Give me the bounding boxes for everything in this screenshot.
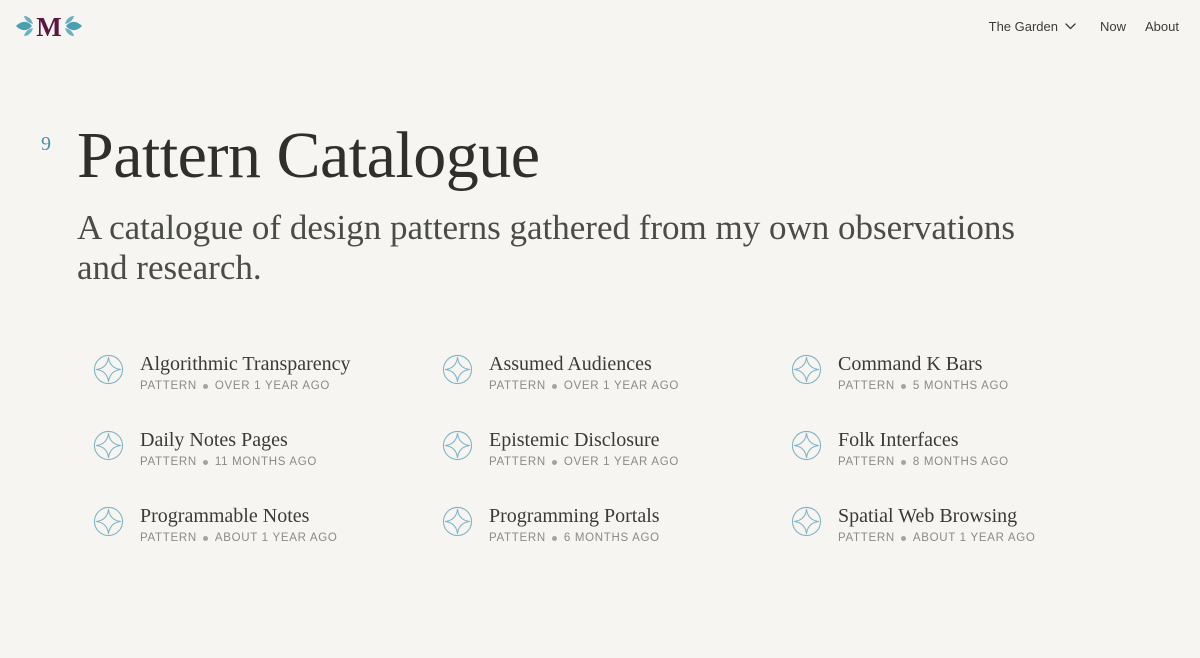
pattern-card[interactable]: Epistemic Disclosure Pattern Over 1 year… — [442, 428, 791, 504]
pattern-title[interactable]: Programmable Notes — [140, 504, 338, 528]
pattern-age: About 1 year ago — [912, 532, 1036, 544]
pattern-type: Pattern — [140, 380, 197, 392]
pattern-age: 8 months ago — [912, 456, 1009, 468]
pattern-age: 11 months ago — [214, 456, 318, 468]
sparkle-circle-icon — [93, 354, 124, 385]
pattern-meta: Pattern 8 months ago — [838, 456, 1009, 468]
separator-dot — [900, 383, 906, 389]
separator-dot — [551, 383, 557, 389]
pattern-card[interactable]: Programmable Notes Pattern About 1 year … — [93, 504, 442, 580]
pattern-type: Pattern — [838, 380, 895, 392]
svg-text:M: M — [36, 12, 61, 41]
pattern-card[interactable]: Assumed Audiences Pattern Over 1 year ag… — [442, 352, 791, 428]
pattern-card[interactable]: Programming Portals Pattern 6 months ago — [442, 504, 791, 580]
pattern-card[interactable]: Algorithmic Transparency Pattern Over 1 … — [93, 352, 442, 428]
pattern-card-text: Algorithmic Transparency Pattern Over 1 … — [140, 352, 351, 392]
pattern-card-text: Command K Bars Pattern 5 months ago — [838, 352, 1009, 392]
separator-dot — [900, 459, 906, 465]
pattern-type: Pattern — [838, 532, 895, 544]
pattern-card[interactable]: Daily Notes Pages Pattern 11 months ago — [93, 428, 442, 504]
pattern-meta: Pattern Over 1 year ago — [489, 380, 679, 392]
chevron-down-icon — [1065, 23, 1076, 30]
pattern-meta: Pattern Over 1 year ago — [140, 380, 351, 392]
nav-the-garden[interactable]: The Garden — [989, 19, 1076, 34]
pattern-type: Pattern — [140, 532, 197, 544]
pattern-card-text: Epistemic Disclosure Pattern Over 1 year… — [489, 428, 679, 468]
pattern-meta: Pattern About 1 year ago — [140, 532, 338, 544]
nav-about[interactable]: About — [1145, 19, 1179, 34]
pattern-grid: Algorithmic Transparency Pattern Over 1 … — [93, 352, 1153, 580]
separator-dot — [551, 535, 557, 541]
pattern-card-text: Assumed Audiences Pattern Over 1 year ag… — [489, 352, 679, 392]
pattern-type: Pattern — [489, 380, 546, 392]
pattern-card-text: Folk Interfaces Pattern 8 months ago — [838, 428, 1009, 468]
sparkle-circle-icon — [93, 430, 124, 461]
separator-dot — [202, 383, 208, 389]
sparkle-circle-icon — [791, 506, 822, 537]
pattern-meta: Pattern 6 months ago — [489, 532, 660, 544]
nav-now[interactable]: Now — [1100, 19, 1126, 34]
nav-the-garden-label: The Garden — [988, 19, 1058, 34]
logo-icon: M — [16, 12, 82, 41]
pattern-title[interactable]: Command K Bars — [838, 352, 1009, 376]
top-nav: The Garden Now About — [989, 19, 1179, 34]
pattern-meta: Pattern 5 months ago — [838, 380, 1009, 392]
pattern-card-text: Daily Notes Pages Pattern 11 months ago — [140, 428, 317, 468]
pattern-age: 6 months ago — [563, 532, 660, 544]
pattern-age: Over 1 year ago — [563, 380, 679, 392]
pattern-meta: Pattern Over 1 year ago — [489, 456, 679, 468]
pattern-title[interactable]: Epistemic Disclosure — [489, 428, 679, 452]
sparkle-circle-icon — [791, 430, 822, 461]
pattern-meta: Pattern 11 months ago — [140, 456, 317, 468]
separator-dot — [202, 459, 208, 465]
pattern-age: 5 months ago — [912, 380, 1009, 392]
pattern-card-text: Programmable Notes Pattern About 1 year … — [140, 504, 338, 544]
pattern-card[interactable]: Folk Interfaces Pattern 8 months ago — [791, 428, 1140, 504]
pattern-title[interactable]: Programming Portals — [489, 504, 660, 528]
pattern-card[interactable]: Spatial Web Browsing Pattern About 1 yea… — [791, 504, 1140, 580]
pattern-title[interactable]: Algorithmic Transparency — [140, 352, 351, 376]
pattern-title[interactable]: Daily Notes Pages — [140, 428, 317, 452]
pattern-title[interactable]: Assumed Audiences — [489, 352, 679, 376]
pattern-card-text: Spatial Web Browsing Pattern About 1 yea… — [838, 504, 1036, 544]
pattern-type: Pattern — [489, 456, 546, 468]
nav-now-label: Now — [1100, 19, 1127, 34]
item-count: 9 — [41, 133, 51, 155]
sparkle-circle-icon — [442, 354, 473, 385]
pattern-age: Over 1 year ago — [214, 380, 330, 392]
pattern-title[interactable]: Spatial Web Browsing — [838, 504, 1036, 528]
pattern-meta: Pattern About 1 year ago — [838, 532, 1036, 544]
pattern-card[interactable]: Command K Bars Pattern 5 months ago — [791, 352, 1140, 428]
pattern-title[interactable]: Folk Interfaces — [838, 428, 1009, 452]
sparkle-circle-icon — [442, 430, 473, 461]
pattern-type: Pattern — [838, 456, 895, 468]
separator-dot — [900, 535, 906, 541]
nav-about-label: About — [1145, 19, 1179, 34]
pattern-card-text: Programming Portals Pattern 6 months ago — [489, 504, 660, 544]
sparkle-circle-icon — [93, 506, 124, 537]
pattern-type: Pattern — [140, 456, 197, 468]
pattern-age: Over 1 year ago — [563, 456, 679, 468]
pattern-type: Pattern — [489, 532, 546, 544]
separator-dot — [551, 459, 557, 465]
sparkle-circle-icon — [442, 506, 473, 537]
page-subtitle: A catalogue of design patterns gathered … — [77, 208, 1015, 287]
sparkle-circle-icon — [791, 354, 822, 385]
separator-dot — [202, 535, 208, 541]
page-title: Pattern Catalogue — [77, 119, 540, 192]
pattern-age: About 1 year ago — [214, 532, 338, 544]
site-logo[interactable]: M — [14, 11, 84, 41]
